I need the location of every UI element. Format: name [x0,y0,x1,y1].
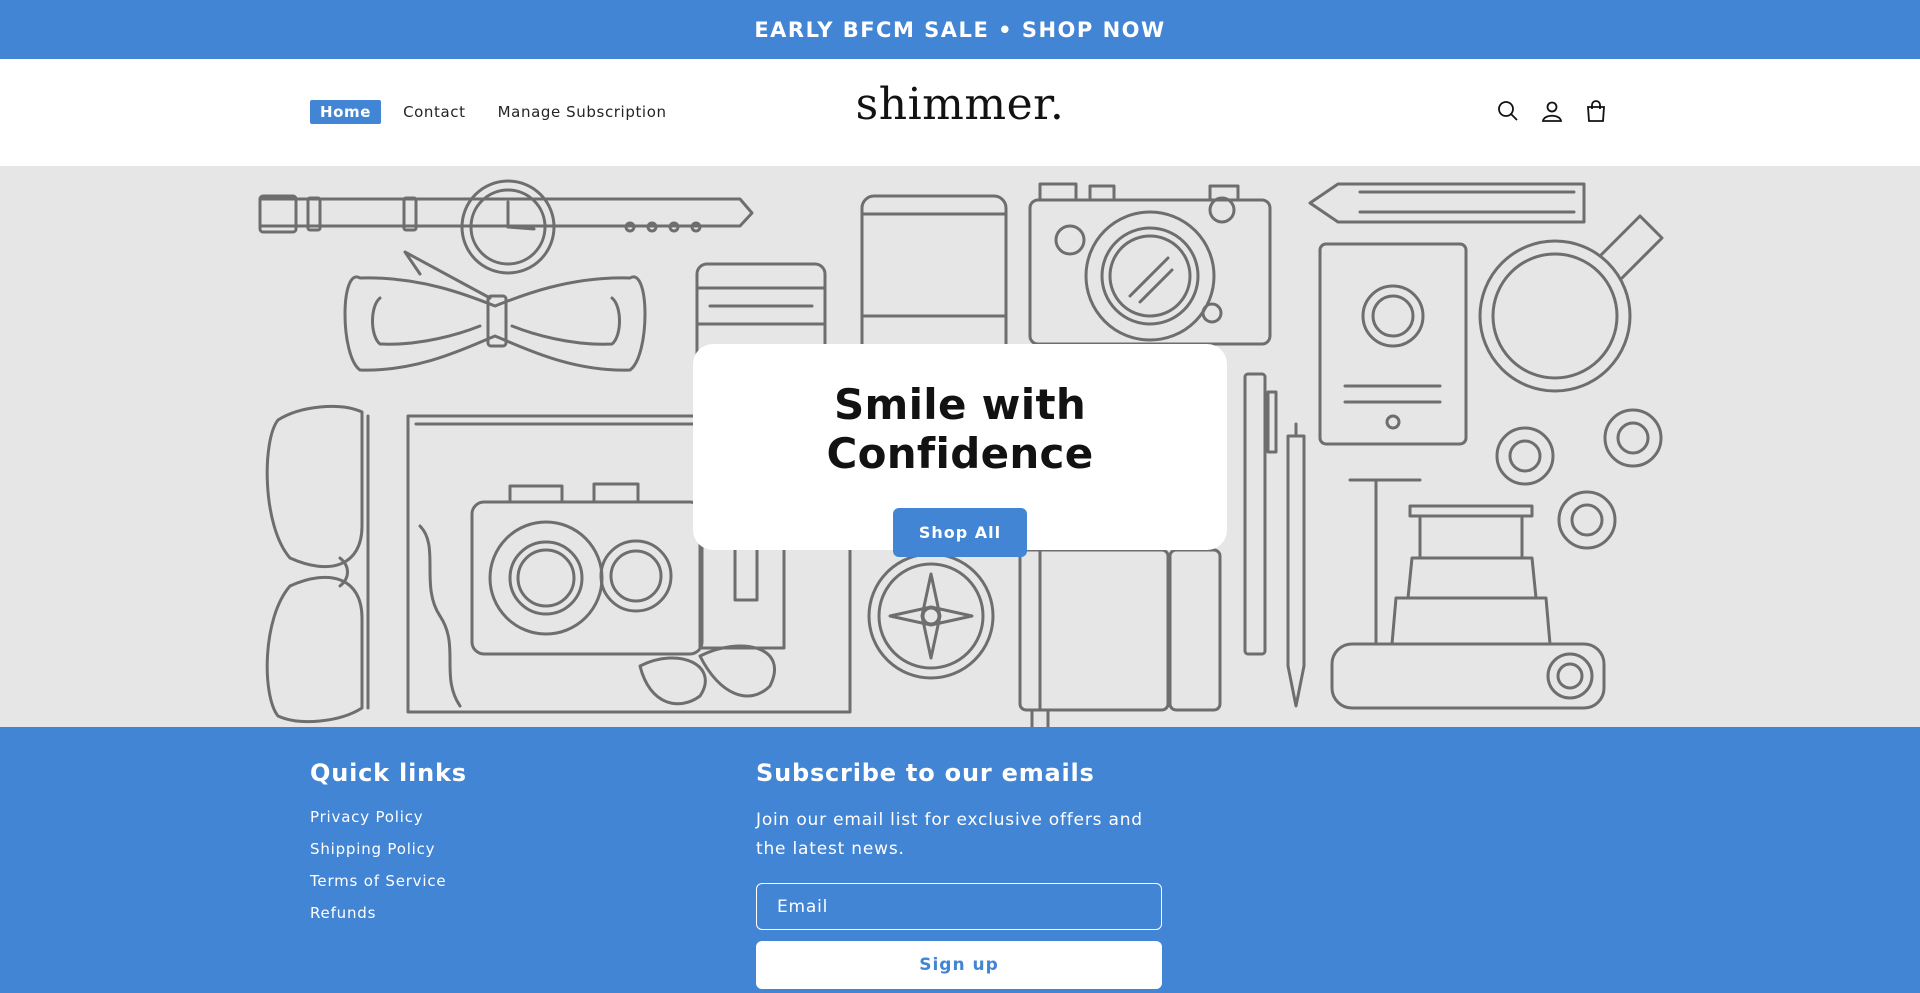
list-item: Shipping Policy [310,839,467,858]
site-header: Home Contact Manage Subscription shimmer… [0,59,1920,166]
shipping-policy-link[interactable]: Shipping Policy [310,840,435,858]
newsletter-description: Join our email list for exclusive offers… [756,810,1143,859]
logo[interactable]: shimmer. [856,79,1065,130]
magnifier-illustration [1478,214,1664,393]
main-nav: Home Contact Manage Subscription [310,100,677,124]
logo-wrapper: shimmer. [0,79,1920,130]
sunglasses-illustration [265,404,370,724]
watch-illustration [258,179,754,275]
privacy-policy-link[interactable]: Privacy Policy [310,808,423,826]
nav-item-contact[interactable]: Contact [393,100,476,124]
quick-links: Quick links Privacy Policy Shipping Poli… [310,759,467,935]
list-item: Terms of Service [310,871,467,890]
pen-illustration [1243,372,1306,708]
refunds-link[interactable]: Refunds [310,904,376,922]
list-item: Privacy Policy [310,807,467,826]
instant-camera-illustration [1330,478,1606,710]
hero-card: Smile with Confidence Shop All [693,344,1227,557]
nav-item-manage-subscription[interactable]: Manage Subscription [488,100,677,124]
terms-of-service-link[interactable]: Terms of Service [310,872,446,890]
compass-illustration [867,552,995,680]
header-icons [1496,99,1608,123]
hero-banner: Smile with Confidence Shop All [0,166,1920,727]
sign-up-button[interactable]: Sign up [756,941,1162,989]
announcement-link[interactable]: EARLY BFCM SALE • SHOP NOW [754,18,1165,42]
cart-icon[interactable] [1584,99,1608,123]
shop-all-button[interactable]: Shop All [893,508,1027,557]
hero-heading: Smile with Confidence [826,380,1094,478]
email-field[interactable] [757,884,1161,929]
email-field-wrapper [756,883,1162,930]
notebook-illustration [1018,548,1222,727]
account-icon[interactable] [1540,99,1564,123]
site-footer: Quick links Privacy Policy Shipping Poli… [0,727,1920,993]
quick-links-list: Privacy Policy Shipping Policy Terms of … [310,807,467,922]
pencil-illustration [1308,182,1586,224]
newsletter: Subscribe to our emails Join our email l… [756,759,1162,989]
quick-links-title: Quick links [310,759,467,787]
search-icon[interactable] [1496,99,1520,123]
passport-illustration [1318,242,1468,446]
list-item: Refunds [310,903,467,922]
nav-item-home[interactable]: Home [310,100,382,124]
announcement-bar: EARLY BFCM SALE • SHOP NOW [0,0,1920,59]
camera-illustration [1028,182,1272,346]
newsletter-title: Subscribe to our emails [756,759,1095,787]
